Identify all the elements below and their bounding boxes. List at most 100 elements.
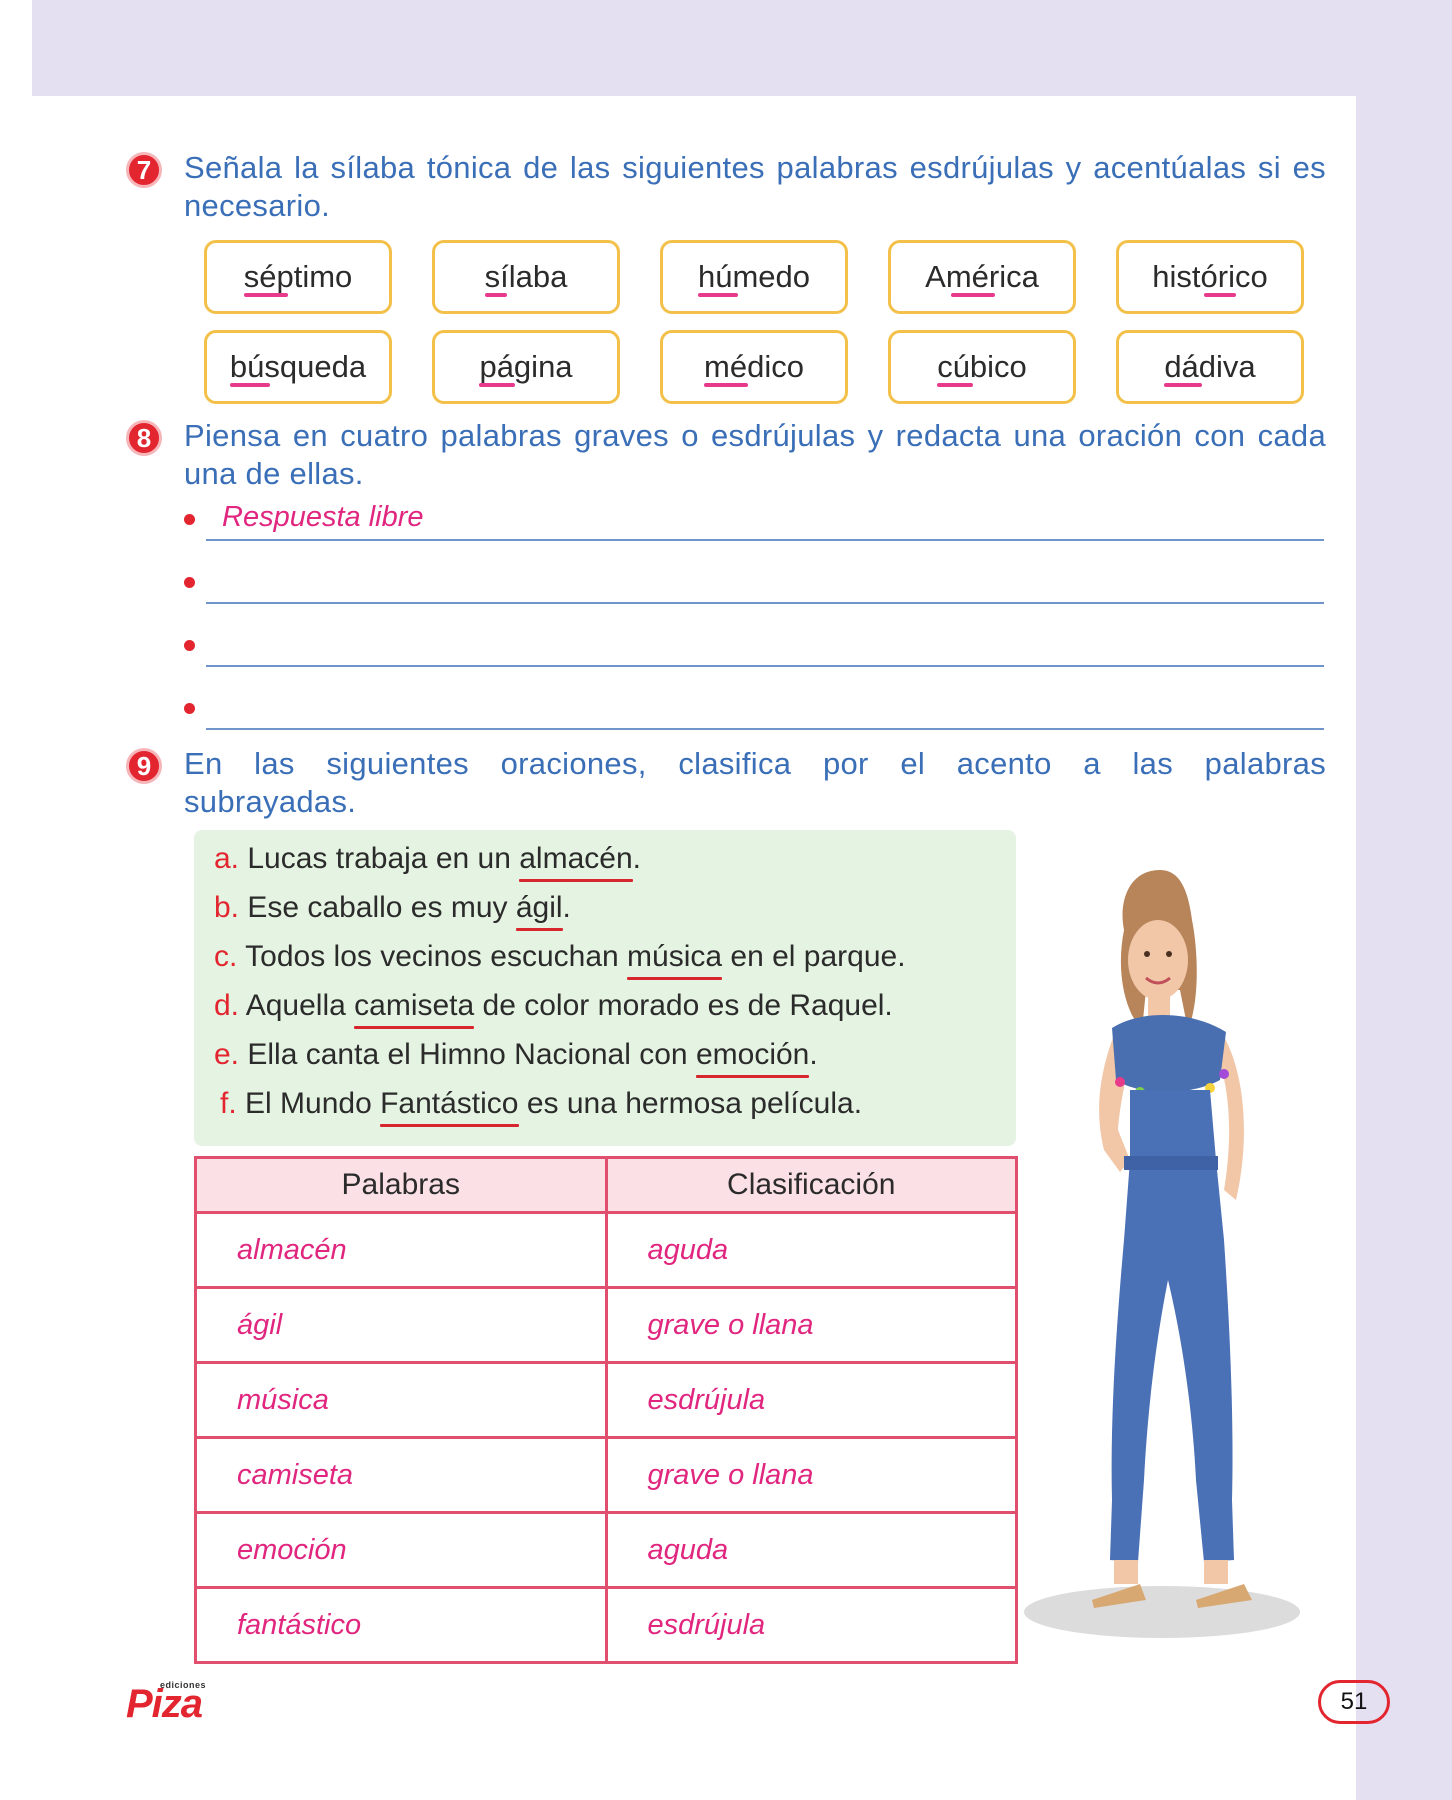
word-text: búsqueda	[229, 349, 367, 384]
page-left-margin	[0, 0, 32, 1800]
table-cell-class[interactable]: aguda	[604, 1511, 1018, 1589]
sentence-text: Ella canta el Himno Nacional con	[247, 1038, 696, 1071]
tonic-syllable-mark	[484, 293, 507, 297]
sentence-a: a. Lucas trabaja en un almacén.	[214, 842, 641, 882]
tonic-syllable-mark	[243, 293, 288, 297]
sentence-text: .	[809, 1038, 818, 1071]
sentence-b: b. Ese caballo es muy ágil.	[214, 891, 571, 931]
page-frame-right	[1356, 0, 1452, 1800]
answer-text: Respuesta libre	[222, 501, 424, 533]
tonic-syllable-mark	[951, 293, 996, 297]
word-box[interactable]: dádiva	[1116, 330, 1304, 404]
table-cell-class[interactable]: aguda	[604, 1211, 1018, 1289]
sentence-letter: b.	[214, 891, 240, 924]
tonic-syllable-mark	[1164, 383, 1203, 387]
answer-line-2[interactable]	[206, 602, 1324, 604]
word-text: página	[479, 349, 573, 384]
word-text: séptimo	[243, 259, 353, 294]
table-row: música esdrújula	[194, 1361, 1018, 1439]
bullet	[184, 703, 195, 714]
underlined-word: almacén	[519, 842, 634, 882]
word-box[interactable]: húmedo	[660, 240, 848, 314]
word-text: dádiva	[1164, 349, 1256, 384]
sentence-text: Todos los vecinos escuchan	[245, 940, 628, 973]
word-text: húmedo	[697, 259, 811, 294]
bullet	[184, 577, 195, 588]
tonic-syllable-mark	[704, 383, 749, 387]
word-box[interactable]: cúbico	[888, 330, 1076, 404]
word-text: sílaba	[484, 259, 568, 294]
table-header-row: Palabras Clasificación	[194, 1156, 1018, 1214]
word-box[interactable]: América	[888, 240, 1076, 314]
table-header-palabras: Palabras	[194, 1156, 608, 1214]
word-text: cúbico	[937, 349, 1027, 384]
answer-line-3[interactable]	[206, 665, 1324, 667]
bullet	[184, 514, 195, 525]
logo-main-text: Piza	[126, 1682, 203, 1726]
sentence-text: .	[632, 842, 641, 875]
sentence-text: Ese caballo es muy	[247, 891, 516, 924]
underlined-word: ágil	[515, 891, 563, 931]
underlined-word: Fantástico	[380, 1087, 519, 1127]
tonic-syllable-mark	[229, 383, 270, 387]
table-cell-word[interactable]: fantástico	[194, 1586, 608, 1664]
underlined-word: emoción	[695, 1038, 810, 1078]
word-box[interactable]: página	[432, 330, 620, 404]
underlined-word: camiseta	[354, 989, 475, 1029]
sentence-f: f. El Mundo Fantástico es una hermosa pe…	[220, 1087, 863, 1127]
page-frame-top	[0, 0, 1452, 96]
sentence-c: c. Todos los vecinos escuchan música en …	[214, 940, 906, 980]
word-text: médico	[704, 349, 804, 384]
sentence-text: de color morado es de Raquel.	[474, 989, 893, 1022]
answer-line-4[interactable]	[206, 728, 1324, 730]
answer-line-1[interactable]	[206, 539, 1324, 541]
table-row: camiseta grave o llana	[194, 1436, 1018, 1514]
table-cell-word[interactable]: música	[194, 1361, 608, 1439]
exercise-9-instruction: En las siguientes oraciones, clasifica p…	[184, 746, 1326, 819]
sentence-letter: d.	[214, 989, 240, 1022]
table-cell-class[interactable]: grave o llana	[604, 1436, 1018, 1514]
exercise-8-number: 8	[126, 420, 162, 456]
table-row: ágil grave o llana	[194, 1286, 1018, 1364]
sentence-d: d. Aquella camiseta de color morado es d…	[214, 989, 893, 1029]
table-header-clasificacion: Clasificación	[604, 1156, 1018, 1214]
word-box[interactable]: séptimo	[204, 240, 392, 314]
sentence-text: Lucas trabaja en un	[247, 842, 520, 875]
word-box[interactable]: histórico	[1116, 240, 1304, 314]
table-cell-word[interactable]: emoción	[194, 1511, 608, 1589]
underlined-word: música	[627, 940, 723, 980]
word-text: histórico	[1152, 259, 1268, 294]
sentence-letter: a.	[214, 842, 240, 875]
tonic-syllable-mark	[937, 383, 974, 387]
table-row: fantástico esdrújula	[194, 1586, 1018, 1664]
exercise-8-instruction: Piensa en cuatro palabras graves o esdrú…	[184, 418, 1326, 491]
word-box[interactable]: médico	[660, 330, 848, 404]
sentence-e: e. Ella canta el Himno Nacional con emoc…	[214, 1038, 818, 1078]
sentence-text: .	[562, 891, 571, 924]
table-cell-class[interactable]: esdrújula	[604, 1586, 1018, 1664]
tonic-syllable-mark	[479, 383, 516, 387]
exercise-9-number: 9	[126, 748, 162, 784]
table-cell-word[interactable]: ágil	[194, 1286, 608, 1364]
girl-illustration	[1024, 870, 1300, 1638]
exercise-7-instruction: Señala la sílaba tónica de las siguiente…	[184, 150, 1326, 223]
exercise-7-number: 7	[126, 152, 162, 188]
table-cell-word[interactable]: camiseta	[194, 1436, 608, 1514]
table-cell-word[interactable]: almacén	[194, 1211, 608, 1289]
sentence-letter: e.	[214, 1038, 240, 1071]
table-row: almacén aguda	[194, 1211, 1018, 1289]
sentence-letter: c.	[214, 940, 238, 973]
table-cell-class[interactable]: grave o llana	[604, 1286, 1018, 1364]
sentence-text: Aquella	[245, 989, 355, 1022]
sentence-letter: f.	[220, 1087, 237, 1120]
tonic-syllable-mark	[697, 293, 738, 297]
page-number: 51	[1318, 1680, 1390, 1724]
word-box[interactable]: sílaba	[432, 240, 620, 314]
classification-table: Palabras Clasificación almacén aguda ágil…	[194, 1156, 1018, 1664]
table-cell-class[interactable]: esdrújula	[604, 1361, 1018, 1439]
word-box[interactable]: búsqueda	[204, 330, 392, 404]
sentence-text: El Mundo	[245, 1087, 381, 1120]
sentence-text: en el parque.	[722, 940, 906, 973]
sentence-text: es una hermosa película.	[518, 1087, 863, 1120]
table-row: emoción aguda	[194, 1511, 1018, 1589]
